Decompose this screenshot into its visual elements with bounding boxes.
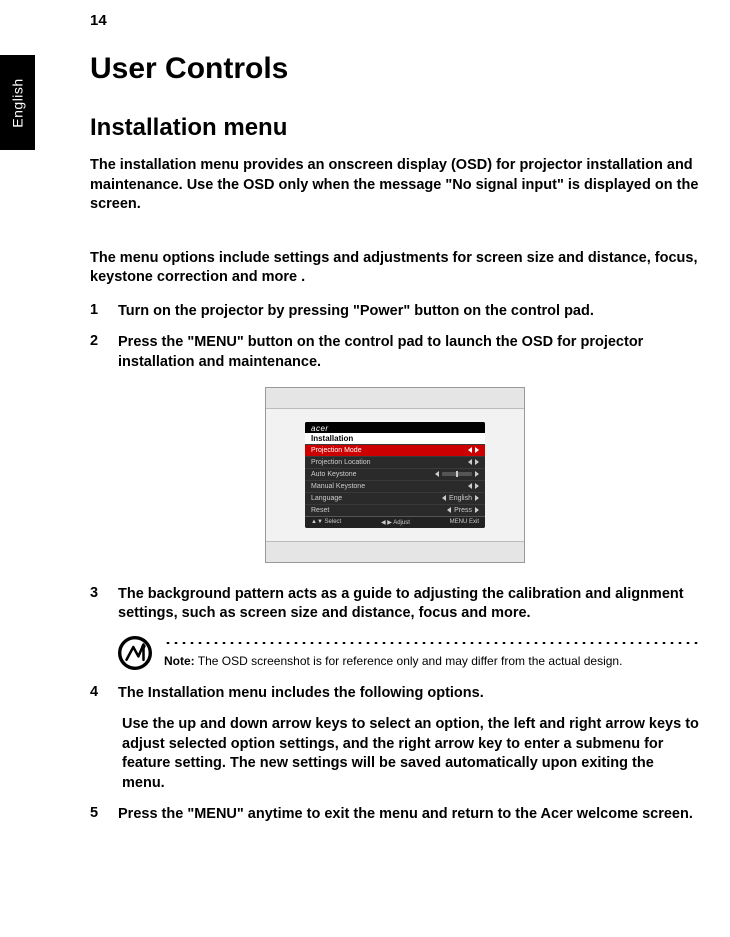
note-content: Note: The OSD screenshot is for referenc… xyxy=(164,636,700,670)
text-fragment: " button on the control pad. xyxy=(403,303,594,319)
osd-row: Projection Mode xyxy=(305,444,485,456)
osd-row: Manual Keystone xyxy=(305,480,485,492)
osd-row: Projection Location xyxy=(305,456,485,468)
step-text: The Installation menu includes the follo… xyxy=(118,684,700,704)
page-content: User Controls Installation menu The inst… xyxy=(90,52,700,837)
step-text: Press the "MENU" button on the control p… xyxy=(118,333,700,372)
osd-row: Reset Press xyxy=(305,504,485,516)
osd-brand: acer xyxy=(305,422,485,433)
language-tab: English xyxy=(0,55,35,150)
page-number: 14 xyxy=(90,12,107,29)
step-4: 4 The Installation menu includes the fol… xyxy=(90,684,700,704)
step-2: 2 Press the "MENU" button on the control… xyxy=(90,333,700,372)
step-4-sub: Use the up and down arrow keys to select… xyxy=(122,715,700,793)
step-number: 3 xyxy=(90,585,118,624)
step-text: Press the "MENU" anytime to exit the men… xyxy=(118,805,700,825)
osd-title: Installation xyxy=(305,433,485,444)
step-number: 2 xyxy=(90,333,118,372)
step-number: 5 xyxy=(90,805,118,825)
text-fragment: " anytime to exit the menu and return to… xyxy=(237,806,693,822)
osd-screen: acerInstallationProjection Mode Projecti… xyxy=(265,387,525,563)
osd-menu-panel: acerInstallationProjection Mode Projecti… xyxy=(305,422,485,528)
osd-row: Auto Keystone xyxy=(305,468,485,480)
dotted-separator xyxy=(164,642,700,644)
heading-installation-menu: Installation menu xyxy=(90,114,700,142)
step-text: The background pattern acts as a guide t… xyxy=(118,585,700,624)
intro-paragraph-1: The installation menu provides an onscre… xyxy=(90,156,700,215)
step-number: 4 xyxy=(90,684,118,704)
text-fragment: Turn on the projector by pressing " xyxy=(118,303,360,319)
note-text: Note: The OSD screenshot is for referenc… xyxy=(164,654,700,670)
note-block: Note: The OSD screenshot is for referenc… xyxy=(118,636,700,670)
intro-paragraph-2: The menu options include settings and ad… xyxy=(90,249,700,288)
osd-row: Language English xyxy=(305,492,485,504)
text-fragment: Press the " xyxy=(118,806,194,822)
language-tab-label: English xyxy=(10,78,26,127)
step-number: 1 xyxy=(90,302,118,322)
osd-screenshot: acerInstallationProjection Mode Projecti… xyxy=(90,387,700,563)
step-5: 5 Press the "MENU" anytime to exit the m… xyxy=(90,805,700,825)
step-3: 3 The background pattern acts as a guide… xyxy=(90,585,700,624)
note-body: The OSD screenshot is for reference only… xyxy=(195,654,623,668)
text-fragment: Press the " xyxy=(118,334,194,350)
step-text: Turn on the projector by pressing "Power… xyxy=(118,302,700,322)
note-icon xyxy=(118,636,152,670)
note-label: Note: xyxy=(164,654,195,668)
osd-footer: ▲▼ Select◀ ▶ AdjustMENU Exit xyxy=(305,516,485,528)
heading-user-controls: User Controls xyxy=(90,52,700,86)
step-1: 1 Turn on the projector by pressing "Pow… xyxy=(90,302,700,322)
text-bold: MENU xyxy=(194,334,237,350)
text-bold: Power xyxy=(360,303,404,319)
text-bold: MENU xyxy=(194,806,237,822)
